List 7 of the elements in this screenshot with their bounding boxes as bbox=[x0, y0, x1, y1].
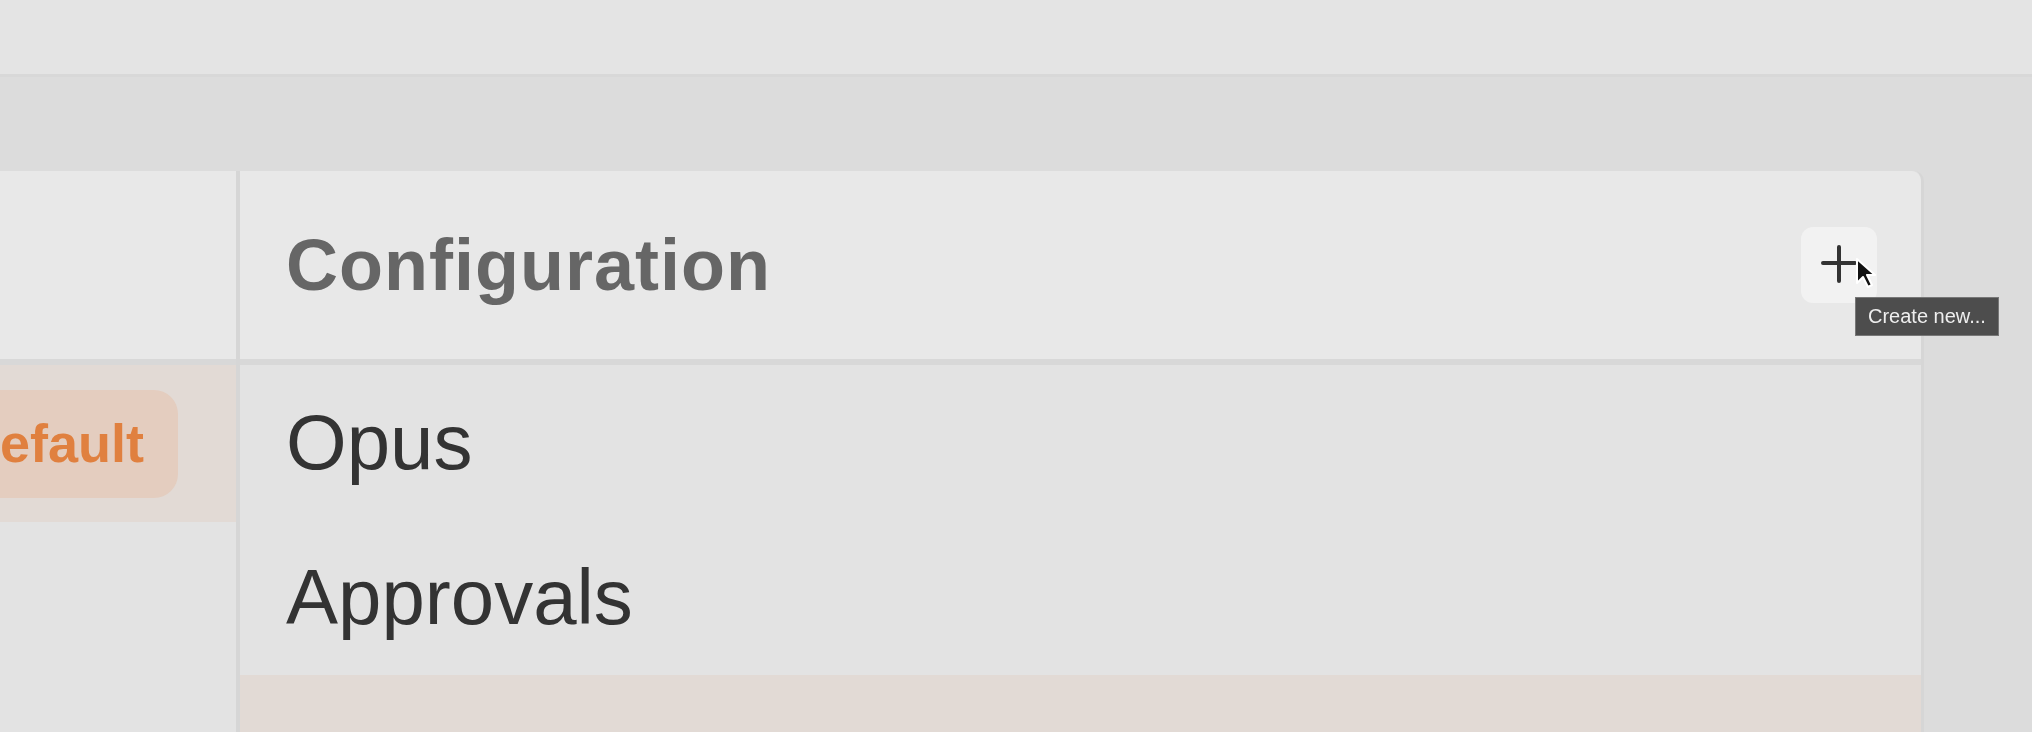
list-item[interactable]: Opus bbox=[240, 365, 1921, 520]
list-item[interactable]: Approvals bbox=[240, 520, 1921, 675]
cursor-icon bbox=[1855, 257, 1877, 289]
tooltip: Create new... bbox=[1855, 297, 1999, 336]
add-button[interactable] bbox=[1801, 227, 1877, 303]
panel-title: Configuration bbox=[286, 224, 771, 306]
default-badge: efault bbox=[0, 389, 179, 498]
